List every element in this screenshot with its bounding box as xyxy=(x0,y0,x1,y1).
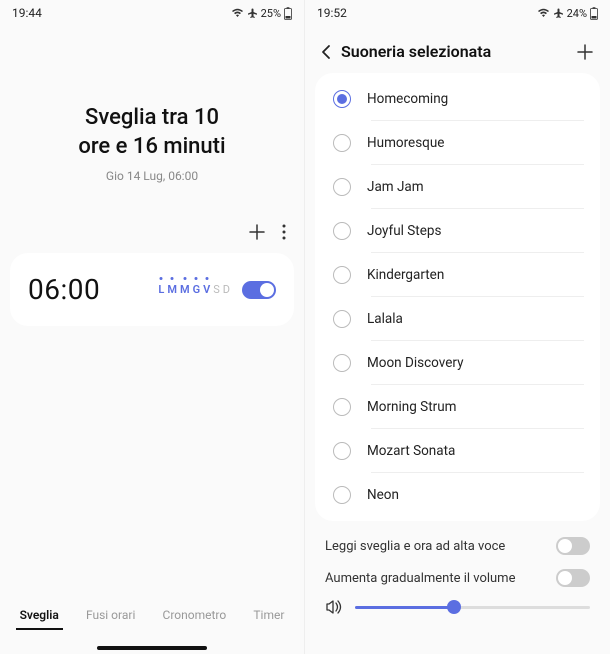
ringtone-screen: 19:52 24% Suoneria selezionata Homecomin… xyxy=(305,0,610,654)
bottom-tabs: Sveglia Fusi orari Cronometro Timer xyxy=(0,588,304,640)
wifi-icon xyxy=(537,8,550,18)
radio-button[interactable] xyxy=(333,222,351,240)
day-V: V xyxy=(203,283,210,296)
volume-slider[interactable] xyxy=(355,606,590,609)
page-title: Suoneria selezionata xyxy=(341,42,491,61)
ringtone-name: Morning Strum xyxy=(367,399,456,415)
radio-button[interactable] xyxy=(333,398,351,416)
ringtone-item[interactable]: Lalala xyxy=(315,297,600,341)
alarm-title: Sveglia tra 10 ore e 16 minuti xyxy=(20,104,284,161)
alarm-toggle[interactable] xyxy=(242,281,276,299)
ringtone-item[interactable]: Moon Discovery xyxy=(315,341,600,385)
radio-button[interactable] xyxy=(333,178,351,196)
volume-row xyxy=(305,593,610,615)
ringtone-name: Moon Discovery xyxy=(367,355,463,371)
radio-button[interactable] xyxy=(333,486,351,504)
ringtone-name: Kindergarten xyxy=(367,267,444,283)
add-alarm-button[interactable] xyxy=(248,223,266,241)
setting-gradual-toggle[interactable] xyxy=(556,569,590,587)
tab-sveglia[interactable]: Sveglia xyxy=(16,602,63,630)
day-M: M xyxy=(167,283,177,296)
more-options-button[interactable] xyxy=(282,224,286,240)
status-time: 19:44 xyxy=(12,6,42,20)
alarm-subtitle: Gio 14 Lug, 06:00 xyxy=(20,169,284,183)
ringtone-item[interactable]: Jam Jam xyxy=(315,165,600,209)
day-S: S xyxy=(213,283,220,296)
alarm-time: 06:00 xyxy=(28,273,100,306)
alarm-card[interactable]: 06:00 LMMGVSD xyxy=(10,253,294,326)
plus-icon xyxy=(248,223,266,241)
settings-section: Leggi sveglia e ora ad alta voce Aumenta… xyxy=(305,537,610,587)
day-L: L xyxy=(158,283,164,296)
tab-timer[interactable]: Timer xyxy=(249,602,288,630)
tab-cronometro[interactable]: Cronometro xyxy=(159,602,231,630)
ringtone-list: Homecoming Humoresque Jam Jam Joyful Steps K… xyxy=(315,73,600,521)
ringtone-item[interactable]: Humoresque xyxy=(315,121,600,165)
volume-icon xyxy=(325,599,343,615)
airplane-icon xyxy=(247,8,258,19)
status-bar: 19:52 24% xyxy=(305,0,610,24)
tab-fusi-orari[interactable]: Fusi orari xyxy=(82,602,139,630)
wifi-icon xyxy=(231,8,244,18)
day-G: G xyxy=(193,283,201,296)
radio-button[interactable] xyxy=(333,354,351,372)
ringtone-item[interactable]: Neon xyxy=(315,473,600,517)
ringtone-item[interactable]: Kindergarten xyxy=(315,253,600,297)
radio-button[interactable] xyxy=(333,90,351,108)
alarm-header: Sveglia tra 10 ore e 16 minuti Gio 14 Lu… xyxy=(0,104,304,183)
ringtone-name: Humoresque xyxy=(367,135,444,151)
chevron-left-icon xyxy=(321,44,331,60)
plus-icon xyxy=(576,43,594,61)
day-D: D xyxy=(223,283,230,296)
setting-gradual-label: Aumenta gradualmente il volume xyxy=(325,571,515,586)
ringtone-name: Mozart Sonata xyxy=(367,443,455,459)
radio-button[interactable] xyxy=(333,134,351,152)
day-M: M xyxy=(180,283,190,296)
more-vertical-icon xyxy=(282,224,286,240)
radio-button[interactable] xyxy=(333,442,351,460)
volume-thumb[interactable] xyxy=(447,600,461,614)
actions-row xyxy=(0,213,304,247)
ringtone-item[interactable]: Joyful Steps xyxy=(315,209,600,253)
battery-text: 24% xyxy=(567,7,587,20)
status-icons: 24% xyxy=(537,7,598,20)
battery-text: 25% xyxy=(261,7,281,20)
airplane-icon xyxy=(553,8,564,19)
ringtone-item[interactable]: Morning Strum xyxy=(315,385,600,429)
add-ringtone-button[interactable] xyxy=(576,43,594,61)
setting-tts-label: Leggi sveglia e ora ad alta voce xyxy=(325,539,505,554)
back-button[interactable] xyxy=(321,44,331,60)
alarm-screen: 19:44 25% Sveglia tra 10 ore e 16 minuti… xyxy=(0,0,305,654)
status-time: 19:52 xyxy=(317,6,347,20)
ringtone-name: Homecoming xyxy=(367,91,448,107)
ringtone-name: Lalala xyxy=(367,311,403,327)
status-icons: 25% xyxy=(231,7,292,20)
battery-icon xyxy=(284,7,292,20)
radio-button[interactable] xyxy=(333,266,351,284)
day-letters: LMMGVSD xyxy=(158,283,230,296)
status-bar: 19:44 25% xyxy=(0,0,304,24)
ringtone-name: Jam Jam xyxy=(367,179,424,195)
setting-tts[interactable]: Leggi sveglia e ora ad alta voce xyxy=(325,537,590,555)
setting-tts-toggle[interactable] xyxy=(556,537,590,555)
radio-button[interactable] xyxy=(333,310,351,328)
ringtone-header: Suoneria selezionata xyxy=(305,24,610,73)
ringtone-name: Joyful Steps xyxy=(367,223,441,239)
ringtone-item[interactable]: Mozart Sonata xyxy=(315,429,600,473)
setting-gradual[interactable]: Aumenta gradualmente il volume xyxy=(325,569,590,587)
ringtone-name: Neon xyxy=(367,487,399,503)
battery-icon xyxy=(590,7,598,20)
ringtone-item[interactable]: Homecoming xyxy=(315,77,600,121)
home-indicator[interactable] xyxy=(97,646,207,650)
